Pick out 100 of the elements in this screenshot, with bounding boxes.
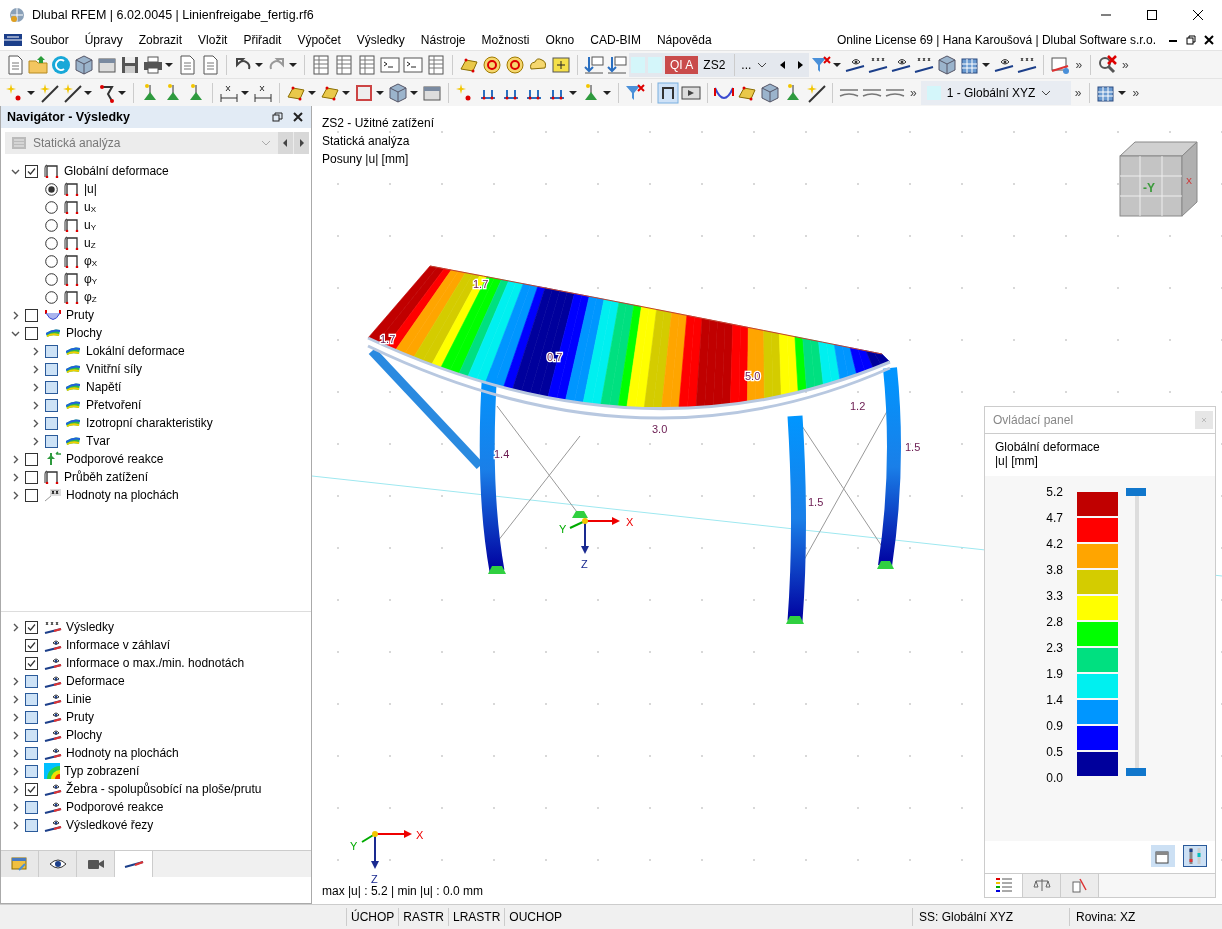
checkbox[interactable] <box>25 746 38 760</box>
previous-icon[interactable] <box>278 132 293 154</box>
radio-button[interactable] <box>45 290 58 304</box>
menu-item[interactable]: Úpravy <box>76 33 131 47</box>
checkbox[interactable] <box>25 728 38 742</box>
checkbox[interactable] <box>45 416 58 430</box>
cube-icon[interactable] <box>759 81 781 104</box>
menu-item[interactable]: Výpočet <box>289 33 349 47</box>
close-icon[interactable] <box>1204 35 1214 45</box>
radio-button[interactable] <box>45 200 58 214</box>
checkbox[interactable] <box>25 782 38 796</box>
checkbox[interactable] <box>25 308 38 322</box>
tree-item-label[interactable]: Deformace <box>66 674 125 688</box>
view-cube[interactable] <box>1119 141 1198 217</box>
overflow-button[interactable]: » <box>1071 85 1085 100</box>
circle-icon[interactable] <box>50 53 72 76</box>
radio-button[interactable] <box>45 182 58 196</box>
menu-item[interactable]: Možnosti <box>473 33 538 47</box>
maximize-icon[interactable] <box>1146 9 1158 21</box>
checkbox[interactable] <box>45 344 58 358</box>
menu-item[interactable]: CAD-BIM <box>582 33 649 47</box>
menu-item[interactable]: Okno <box>537 33 583 47</box>
frame-icon[interactable] <box>657 81 679 104</box>
tree-item-label[interactable]: φ$_{Y}$ <box>84 272 98 286</box>
tree-item-label[interactable]: Pruty <box>66 710 94 724</box>
navigator-tab[interactable] <box>115 851 153 877</box>
tree-item-label[interactable]: Hodnoty na plochách <box>66 746 179 760</box>
checkbox[interactable] <box>25 638 38 652</box>
menu-item[interactable]: Nápověda <box>648 33 720 47</box>
tree-item-label[interactable]: Hodnoty na plochách <box>66 488 179 502</box>
checkbox[interactable] <box>45 398 58 412</box>
overflow-button[interactable]: » <box>1072 57 1086 72</box>
load-case-dropdown[interactable]: ... <box>734 53 774 76</box>
tree-item-label[interactable]: Žebra - spolupůsobící na ploše/prutu <box>66 782 262 796</box>
overflow-button[interactable]: » <box>907 85 920 100</box>
panel-tab[interactable] <box>985 873 1023 897</box>
tree-item-label[interactable]: Izotropní charakteristiky <box>86 416 213 430</box>
cube-icon[interactable] <box>936 53 959 76</box>
tree-item-label[interactable]: Typ zobrazení <box>64 764 140 778</box>
tree-item-label[interactable]: Přetvoření <box>86 398 142 412</box>
cube-icon[interactable] <box>387 81 409 104</box>
table-icon[interactable] <box>333 53 355 76</box>
print-icon[interactable] <box>142 53 164 76</box>
close-icon[interactable] <box>293 112 303 122</box>
tree-item-label[interactable]: u$_{Y}$ <box>84 218 97 232</box>
close-icon[interactable] <box>1192 9 1204 21</box>
checkbox[interactable] <box>25 452 38 466</box>
target-icon[interactable] <box>481 53 503 76</box>
checkbox[interactable] <box>45 362 58 376</box>
menu-item[interactable]: Zobrazit <box>130 33 191 47</box>
tree-item-label[interactable]: Napětí <box>86 380 122 394</box>
menu-item[interactable]: Soubor <box>22 33 77 47</box>
radio-button[interactable] <box>45 236 58 250</box>
checkbox[interactable] <box>45 380 58 394</box>
tree-item-label[interactable]: Výsledky <box>66 620 115 634</box>
tree-item-label[interactable]: Plochy <box>66 326 103 340</box>
checkbox[interactable] <box>25 692 38 706</box>
menu-item[interactable]: Nástroje <box>412 33 474 47</box>
tree-item-label[interactable]: Globální deformace <box>64 164 169 178</box>
radio-button[interactable] <box>45 272 58 286</box>
tree-item-label[interactable]: Průběh zatížení <box>64 470 149 484</box>
status-toggle[interactable]: ÚCHOP <box>346 908 399 926</box>
import-icon[interactable] <box>606 53 628 76</box>
checkbox[interactable] <box>25 164 38 178</box>
panel-tab[interactable] <box>1061 873 1099 897</box>
slider-handle[interactable] <box>1126 488 1146 496</box>
tree-item-label[interactable]: Informace v záhlaví <box>66 638 171 652</box>
navigator-tab[interactable] <box>77 851 115 877</box>
checkbox[interactable] <box>25 620 38 634</box>
status-toggle[interactable]: OUCHOP <box>504 908 567 926</box>
tree-item-label[interactable]: Vnitřní síly <box>86 362 142 376</box>
folder-icon[interactable] <box>27 53 49 76</box>
panel-tab[interactable] <box>1023 873 1061 897</box>
coordinate-system-dropdown[interactable]: 1 - Globální XYZ <box>920 80 1071 105</box>
tree-item-label[interactable]: Podporové reakce <box>66 800 164 814</box>
table-icon[interactable] <box>310 53 332 76</box>
checkbox[interactable] <box>25 326 38 340</box>
target-icon[interactable] <box>504 53 526 76</box>
tree-item-label[interactable]: Podporové reakce <box>66 452 164 466</box>
tree-item-label[interactable]: Tvar <box>86 434 110 448</box>
table-icon[interactable] <box>425 53 447 76</box>
table-icon[interactable] <box>356 53 378 76</box>
status-toggle[interactable]: RASTR <box>398 908 448 926</box>
status-toggle[interactable]: LRASTR <box>448 908 505 926</box>
navigator-tab[interactable] <box>39 851 77 877</box>
tree-item-label[interactable]: Pruty <box>66 308 94 322</box>
radio-button[interactable] <box>45 254 58 268</box>
checkbox[interactable] <box>25 710 38 724</box>
color-scale-icon[interactable] <box>1183 844 1207 867</box>
cube-icon[interactable] <box>73 53 95 76</box>
menu-item[interactable]: Výsledky <box>348 33 413 47</box>
tree-item-label[interactable]: φ$_{Z}$ <box>84 290 97 304</box>
tree-item-label[interactable]: Lokální deformace <box>86 344 185 358</box>
checkbox[interactable] <box>25 488 38 502</box>
overflow-button[interactable]: » <box>1129 85 1143 100</box>
tree-item-label[interactable]: u$_{X}$ <box>84 200 97 214</box>
checkbox[interactable] <box>25 674 38 688</box>
tree-item-label[interactable]: Plochy <box>66 728 103 742</box>
checkbox[interactable] <box>45 434 58 448</box>
checkbox[interactable] <box>25 764 38 778</box>
